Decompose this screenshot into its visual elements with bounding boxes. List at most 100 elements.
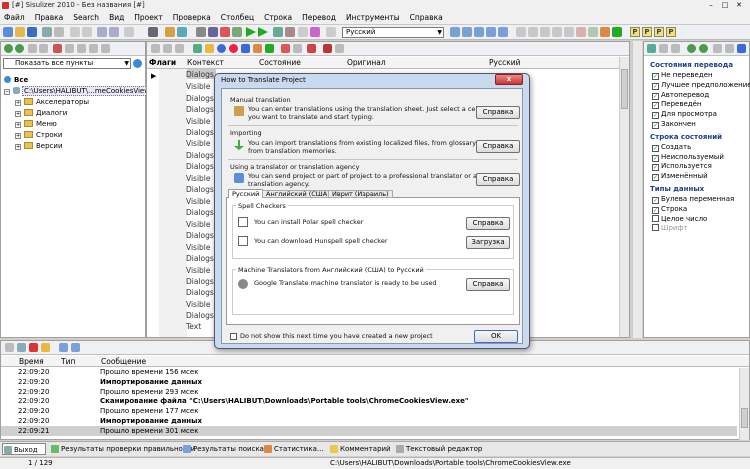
translate-icon[interactable]: [220, 27, 230, 37]
copy-icon[interactable]: [97, 27, 107, 37]
grid-tool11-icon[interactable]: [281, 44, 290, 53]
grid-row-context[interactable]: Dialogs.: [186, 231, 214, 240]
tab-search-results[interactable]: Результаты поиска: [182, 443, 264, 455]
close-window-button[interactable]: ✕: [732, 0, 746, 11]
report-icon[interactable]: [285, 27, 295, 37]
checkbox[interactable]: ✓: [652, 164, 659, 172]
col2-icon[interactable]: [528, 27, 538, 37]
checkbox[interactable]: ✓: [652, 174, 659, 182]
grid-row-context[interactable]: Dialogs.: [186, 254, 214, 263]
filter-icon[interactable]: [298, 27, 308, 37]
grid-row-context[interactable]: Visible: [186, 300, 214, 309]
flag-p4[interactable]: P: [666, 27, 676, 37]
filter-item[interactable]: ✓ Закончен: [652, 120, 696, 129]
flag-p1[interactable]: P: [630, 27, 640, 37]
filter-item[interactable]: Шрифт: [652, 224, 688, 232]
delete-icon[interactable]: [124, 27, 134, 37]
checkbox[interactable]: ✓: [652, 102, 659, 110]
checkbox[interactable]: ✓: [652, 73, 659, 80]
log-tool1-icon[interactable]: [5, 343, 14, 352]
memory-icon[interactable]: [310, 27, 320, 37]
grid-row-context[interactable]: Text: [186, 322, 214, 331]
grid-tool13-icon[interactable]: [307, 44, 316, 53]
tree-item-accelerators[interactable]: + Акселераторы: [15, 98, 89, 107]
clear-log-icon[interactable]: [29, 343, 38, 352]
tree-item-versions[interactable]: + Версии: [15, 142, 63, 151]
grid-row-context[interactable]: Dialogs.: [186, 288, 214, 297]
grid-row-context[interactable]: Dialogs.: [186, 185, 214, 194]
machine-help-button[interactable]: Справка: [466, 278, 510, 291]
col3-icon[interactable]: [540, 27, 550, 37]
checkbox[interactable]: [652, 214, 659, 222]
filter-item[interactable]: ✓ Для просмотра: [652, 110, 717, 120]
validate-icon[interactable]: [273, 27, 283, 37]
menu-tools[interactable]: Инструменты: [346, 13, 400, 22]
build-icon[interactable]: [232, 27, 242, 37]
tab-validation[interactable]: Результаты проверки правильности: [50, 443, 195, 455]
grid-row-context[interactable]: Visible: [186, 117, 214, 126]
col-state[interactable]: Состояние: [259, 58, 301, 67]
log-col-type[interactable]: Тип: [61, 357, 75, 366]
settings-icon[interactable]: [196, 27, 206, 37]
checkbox[interactable]: ✓: [652, 154, 659, 162]
log-tool5-icon[interactable]: [59, 343, 68, 352]
grid-row-context[interactable]: Visible: [186, 220, 214, 229]
tree-project-file[interactable]: − C:\Users\HALIBUT\...meCookiesView.exe: [4, 86, 166, 96]
tree-tool5-icon[interactable]: [77, 44, 86, 53]
expand-icon[interactable]: +: [15, 144, 21, 150]
grid-tool14-icon[interactable]: [323, 44, 332, 53]
minimize-button[interactable]: –: [704, 0, 718, 11]
grid-row-context[interactable]: Visible: [186, 243, 214, 252]
error-icon[interactable]: [229, 44, 238, 53]
grid-row-context[interactable]: Dialogs.: [186, 70, 214, 79]
log-tool4-icon[interactable]: [41, 343, 50, 352]
grid-scrollbar[interactable]: [619, 57, 629, 337]
grid-tool15-icon[interactable]: [335, 44, 344, 53]
filter-item[interactable]: Целое число: [652, 214, 707, 223]
back-icon[interactable]: [687, 44, 696, 53]
maximize-button[interactable]: □: [718, 0, 732, 11]
agency-help-button[interactable]: Справка: [476, 173, 520, 186]
tree-item-strings[interactable]: + Строки: [15, 131, 62, 140]
col9-icon[interactable]: [612, 27, 622, 37]
manual-help-button[interactable]: Справка: [476, 106, 520, 119]
filter-tool7-icon[interactable]: [725, 44, 734, 53]
checkbox[interactable]: [652, 224, 659, 232]
filter-tool1-icon[interactable]: [647, 44, 656, 53]
paste-icon[interactable]: [109, 27, 119, 37]
filter-item[interactable]: ✓ Создать: [652, 143, 691, 152]
col-flags[interactable]: Флаги: [149, 58, 176, 67]
checkbox[interactable]: ✓: [652, 197, 659, 204]
importing-help-button[interactable]: Справка: [476, 140, 520, 153]
tree-filter-select[interactable]: Показать все пункты ▼: [3, 58, 131, 69]
tree-item-menu[interactable]: + Меню: [15, 120, 57, 129]
grid-tool12-icon[interactable]: [293, 44, 302, 53]
col8-icon[interactable]: [600, 27, 610, 37]
menu-column[interactable]: Столбец: [221, 13, 254, 22]
filter-tool3-icon[interactable]: [671, 44, 680, 53]
print-icon[interactable]: [42, 27, 52, 37]
tree-tool4-icon[interactable]: [65, 44, 74, 53]
redo-icon[interactable]: [82, 27, 92, 37]
grid-tool9-icon[interactable]: [253, 44, 262, 53]
grid-tool8-icon[interactable]: [241, 44, 250, 53]
log-col-time[interactable]: Время: [19, 357, 44, 366]
tab-hebrew-israel[interactable]: Иврит (Израиль): [328, 190, 393, 198]
tree-tool6-icon[interactable]: [89, 44, 98, 53]
grid-row-context[interactable]: Dialogs.: [186, 162, 214, 171]
back-icon[interactable]: [4, 44, 13, 53]
hunspell-download-button[interactable]: Загрузка: [466, 236, 510, 249]
filter-item[interactable]: ✓ Лучшее предположение: [652, 81, 750, 90]
grid-row-context[interactable]: Dialogs.: [186, 208, 214, 217]
col-original[interactable]: Оригинал: [347, 58, 386, 67]
tab-russian[interactable]: Русский: [228, 189, 264, 198]
right-splitter-scroll[interactable]: [632, 41, 642, 338]
run-icon[interactable]: [246, 27, 256, 37]
menu-row[interactable]: Строка: [264, 13, 292, 22]
col-russian[interactable]: Русский: [489, 58, 521, 67]
filter-tool6-icon[interactable]: [713, 44, 722, 53]
col6-icon[interactable]: [576, 27, 586, 37]
grid-row-context[interactable]: Visible: [186, 266, 214, 275]
ok-button[interactable]: OK: [474, 330, 518, 343]
filter-tool2-icon[interactable]: [659, 44, 668, 53]
